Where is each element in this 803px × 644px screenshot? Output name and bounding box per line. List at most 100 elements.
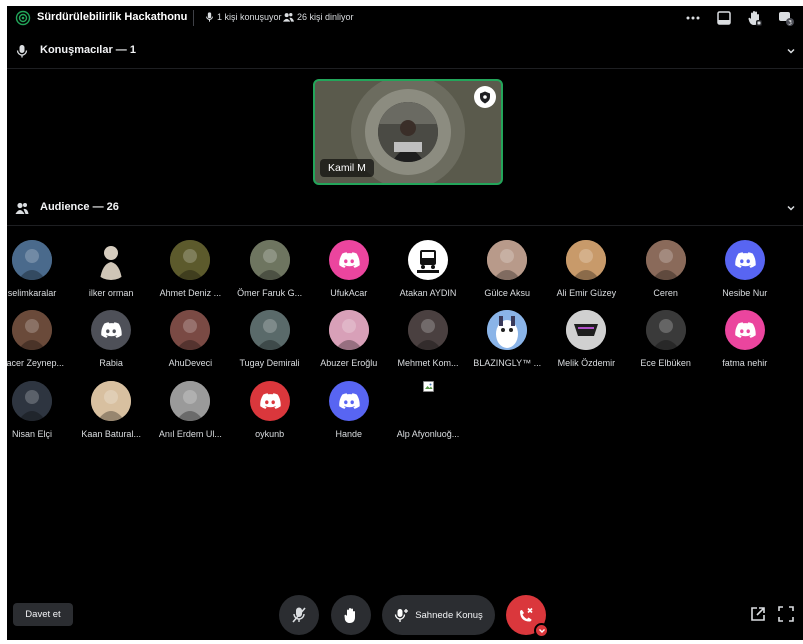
- raised-hand-icon: [344, 607, 355, 623]
- audience-member[interactable]: AhuDeveci: [150, 310, 230, 368]
- member-name: Abuzer Eroğlu: [320, 358, 378, 368]
- speakers-section-label: Konuşmacılar — 1: [40, 44, 136, 56]
- speakers-section-header[interactable]: Konuşmacılar — 1: [7, 40, 803, 62]
- deafen-button[interactable]: [279, 595, 319, 635]
- member-avatar: [91, 381, 132, 421]
- audience-member[interactable]: Ahmet Deniz ...: [150, 240, 230, 298]
- member-avatar: [170, 381, 211, 421]
- microphone-muted-icon: [292, 607, 306, 623]
- audience-section-label: Audience — 26: [40, 201, 119, 213]
- audience-member[interactable]: Ömer Faruk G...: [230, 240, 310, 298]
- profile-photo: [645, 310, 686, 350]
- audience-member[interactable]: Tugay Demirali: [230, 310, 310, 368]
- fullscreen-icon[interactable]: [778, 606, 794, 622]
- audience-member[interactable]: Alp Afyonluoğ...: [388, 381, 468, 439]
- audience-member[interactable]: BLAZINGLY™ ...: [467, 310, 547, 368]
- audience-member[interactable]: selimkaralar: [7, 240, 72, 298]
- phone-hangup-icon: [520, 607, 533, 622]
- emblem-avatar: [566, 310, 607, 350]
- profile-photo: [566, 240, 607, 280]
- profile-photo: [170, 381, 211, 421]
- statue-photo: [91, 240, 132, 280]
- member-name: Ömer Faruk G...: [237, 288, 303, 298]
- section-divider: [7, 225, 803, 226]
- member-avatar: [328, 310, 369, 350]
- audience-member[interactable]: ilker orman: [71, 240, 151, 298]
- member-avatar: [724, 310, 765, 350]
- cartoon-avatar: [487, 310, 528, 350]
- microphone-icon: [16, 45, 28, 58]
- member-avatar: [249, 240, 290, 280]
- audience-member[interactable]: Nesibe Nur: [705, 240, 785, 298]
- discord-logo-icon: [339, 251, 360, 268]
- member-avatar: [408, 310, 448, 350]
- member-avatar: [12, 240, 52, 280]
- member-name: Kaan Batural...: [81, 429, 141, 439]
- speaker-avatar: [378, 102, 438, 162]
- raised-hand-icon: [748, 11, 762, 26]
- audience-member[interactable]: Kaan Batural...: [71, 381, 151, 439]
- member-avatar: [91, 240, 132, 280]
- discord-logo-icon: [735, 321, 756, 338]
- raise-hand-button[interactable]: [331, 595, 371, 635]
- speaker-photo: [378, 102, 438, 162]
- inbox-icon: [717, 11, 731, 25]
- member-avatar: [328, 240, 369, 280]
- speaking-count: 1 kişi konuşuyor: [205, 12, 282, 22]
- member-avatar: [249, 381, 290, 421]
- member-name: Tugay Demirali: [239, 358, 300, 368]
- audience-member[interactable]: Ali Emir Güzey: [546, 240, 626, 298]
- member-name: Nisan Elçi: [11, 429, 52, 439]
- audience-member[interactable]: Rabia: [71, 310, 151, 368]
- hand-requests-button[interactable]: [746, 9, 764, 27]
- audience-member[interactable]: oykunb: [230, 381, 310, 439]
- chevron-down-icon: [787, 205, 795, 211]
- leave-options-button[interactable]: [534, 623, 549, 638]
- invite-button[interactable]: Davet et: [13, 603, 73, 626]
- discord-logo-icon: [259, 392, 281, 409]
- audience-member[interactable]: Hande: [309, 381, 389, 439]
- people-icon: [283, 13, 294, 22]
- leave-stage-button[interactable]: [506, 595, 549, 638]
- member-name: Melik Özdemir: [557, 358, 616, 368]
- chevron-down-icon: [787, 48, 795, 54]
- moderator-badge: [474, 86, 496, 108]
- member-name: Anıl Erdem Ul...: [158, 429, 222, 439]
- popout-icon[interactable]: [750, 606, 766, 622]
- audience-member[interactable]: Melik Özdemir: [546, 310, 626, 368]
- audience-member[interactable]: Abuzer Eroğlu: [309, 310, 389, 368]
- more-options-button[interactable]: [684, 9, 702, 27]
- member-avatar: [249, 310, 290, 350]
- profile-photo: [487, 240, 528, 280]
- audience-member[interactable]: Atakan AYDIN: [388, 240, 468, 298]
- speaker-tile[interactable]: Kamil M: [313, 79, 503, 185]
- speaking-count-label: 1 kişi konuşuyor: [217, 12, 282, 22]
- audience-member[interactable]: fatma nehir: [705, 310, 785, 368]
- audience-member[interactable]: Hacer Zeynep...: [7, 310, 72, 368]
- brand-logo-icon: [417, 250, 439, 273]
- speak-on-stage-button[interactable]: Sahnede Konuş: [382, 595, 495, 635]
- audience-section-header[interactable]: Audience — 26: [7, 197, 803, 219]
- audience-member[interactable]: Anıl Erdem Ul...: [150, 381, 230, 439]
- profile-photo: [170, 310, 211, 350]
- audience-member[interactable]: Ece Elbüken: [626, 310, 706, 368]
- audience-member[interactable]: Gülce Aksu: [467, 240, 547, 298]
- audience-member[interactable]: UfukAcar: [309, 240, 389, 298]
- header-actions: 3: [684, 9, 795, 27]
- member-name: Mehmet Kom...: [397, 358, 459, 368]
- member-name: Hande: [335, 429, 363, 439]
- member-name: Ahmet Deniz ...: [159, 288, 222, 298]
- inbox-button[interactable]: [715, 9, 733, 27]
- member-name: Ece Elbüken: [640, 358, 691, 368]
- channel-title: Sürdürülebilirlik Hackathonu: [37, 11, 188, 23]
- member-avatar: [170, 310, 211, 350]
- audience-member[interactable]: Nisan Elçi: [7, 381, 72, 439]
- member-avatar: [12, 381, 52, 421]
- speaker-requests-button[interactable]: 3: [777, 9, 795, 27]
- member-name: Alp Afyonluoğ...: [396, 429, 460, 439]
- audience-member[interactable]: Mehmet Kom...: [388, 310, 468, 368]
- member-name: Gülce Aksu: [484, 288, 530, 298]
- audience-member[interactable]: Ceren: [626, 240, 706, 298]
- member-avatar: [566, 310, 607, 350]
- speaker-name: Kamil M: [320, 159, 374, 177]
